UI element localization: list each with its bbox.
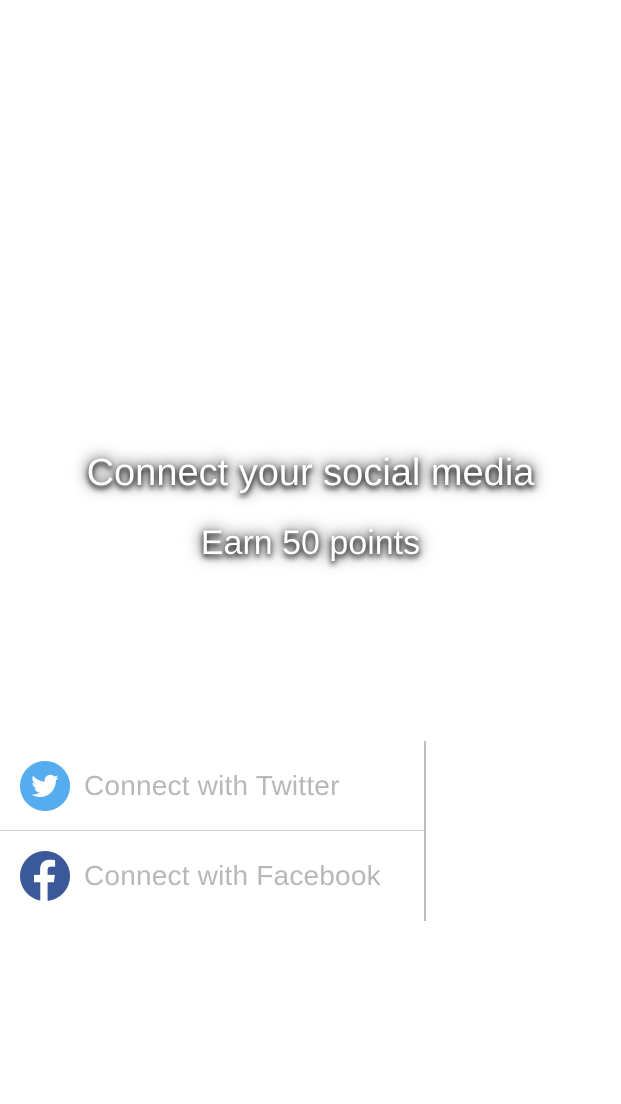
social-connect-panel: Connect with Twitter Connect with Facebo… [0, 741, 426, 921]
connect-twitter-button[interactable]: Connect with Twitter [0, 741, 424, 831]
points-subtitle: Earn 50 points [200, 524, 421, 562]
page-title: Connect your social media [86, 452, 535, 494]
connect-facebook-button[interactable]: Connect with Facebook [0, 831, 424, 921]
twitter-icon [20, 760, 70, 811]
facebook-icon [20, 851, 70, 901]
connect-facebook-label: Connect with Facebook [84, 860, 381, 891]
connect-twitter-label: Connect with Twitter [84, 769, 340, 801]
